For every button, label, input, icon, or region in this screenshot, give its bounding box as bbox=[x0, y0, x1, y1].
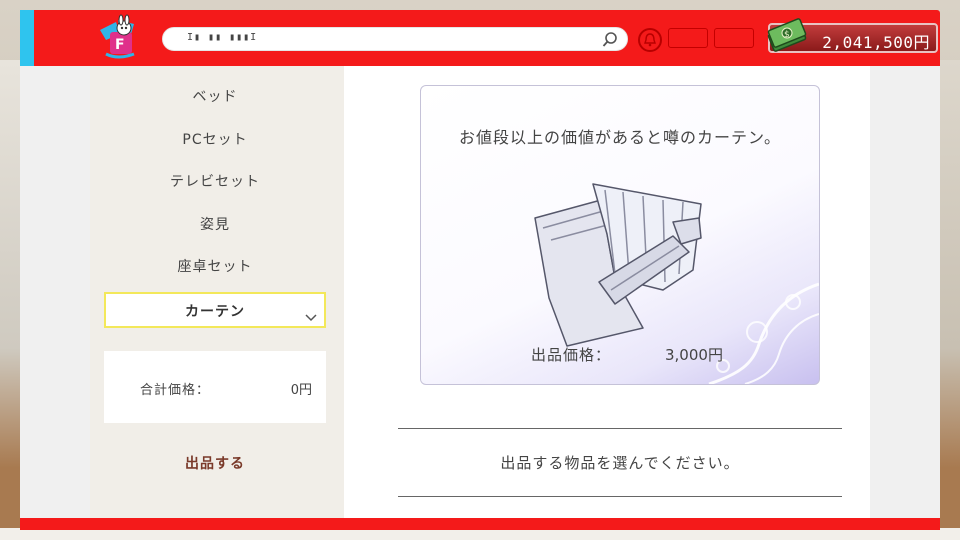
search-icon[interactable] bbox=[601, 31, 619, 49]
category-item-pc-set[interactable]: PCセット bbox=[104, 122, 326, 158]
shop-window: F I▮ ▮▮ ▮▮▮I 2,041,500円 $ ベッド PCセット テレビセ… bbox=[20, 10, 940, 530]
mascot-logo-icon[interactable]: F bbox=[94, 14, 142, 62]
money-stack-icon: $ bbox=[766, 16, 808, 54]
right-margin bbox=[870, 66, 940, 518]
header-bar: F I▮ ▮▮ ▮▮▮I 2,041,500円 $ bbox=[20, 10, 940, 66]
header-button-2[interactable] bbox=[714, 28, 754, 48]
footer-bar bbox=[20, 518, 940, 530]
background-left bbox=[0, 60, 22, 540]
category-item-mirror[interactable]: 姿見 bbox=[104, 207, 326, 243]
background-right bbox=[938, 60, 960, 540]
category-item-label: カーテン bbox=[185, 304, 245, 320]
chevron-down-icon bbox=[304, 302, 318, 322]
search-bar[interactable]: I▮ ▮▮ ▮▮▮I bbox=[162, 27, 628, 51]
category-item-tv-set[interactable]: テレビセット bbox=[104, 164, 326, 200]
header-button-1[interactable] bbox=[668, 28, 708, 48]
category-sidebar: ベッド PCセット テレビセット 姿見 座卓セット カーテン 合計価格： 0円 bbox=[90, 66, 364, 518]
header-accent-stripe bbox=[20, 10, 34, 66]
svg-text:F: F bbox=[115, 37, 125, 53]
category-item-bed[interactable]: ベッド bbox=[104, 79, 326, 115]
divider-top bbox=[398, 428, 842, 429]
bell-icon[interactable] bbox=[638, 28, 662, 52]
divider-bottom bbox=[398, 496, 842, 497]
address-text: I▮ ▮▮ ▮▮▮I bbox=[187, 32, 258, 43]
total-price-label: 合計価格： bbox=[140, 383, 211, 398]
svg-text:$: $ bbox=[784, 30, 790, 40]
balance-amount: 2,041,500円 bbox=[822, 33, 930, 52]
select-item-prompt: 出品する物品を選んでください。 bbox=[500, 454, 740, 472]
total-price-value: 0円 bbox=[290, 383, 312, 398]
submit-listing-button[interactable]: 出品する bbox=[104, 450, 326, 478]
left-margin bbox=[20, 66, 90, 518]
item-description: お値段以上の価値があると噂のカーテン。 bbox=[458, 128, 782, 147]
item-detail-panel: お値段以上の価値があると噂のカーテン。 出品価格： 3,000円 出品する物品を… bbox=[344, 66, 870, 518]
content-area: ベッド PCセット テレビセット 姿見 座卓セット カーテン 合計価格： 0円 bbox=[20, 66, 940, 518]
listing-price-value: 3,000円 bbox=[665, 346, 723, 364]
category-item-curtain[interactable]: カーテン bbox=[104, 292, 326, 328]
curtain-icon bbox=[534, 183, 702, 347]
item-card: お値段以上の価値があると噂のカーテン。 出品価格： 3,000円 bbox=[420, 85, 820, 385]
total-price-box: 合計価格： 0円 bbox=[104, 351, 326, 423]
listing-price-label: 出品価格： bbox=[531, 346, 612, 364]
category-item-table-set[interactable]: 座卓セット bbox=[104, 249, 326, 285]
